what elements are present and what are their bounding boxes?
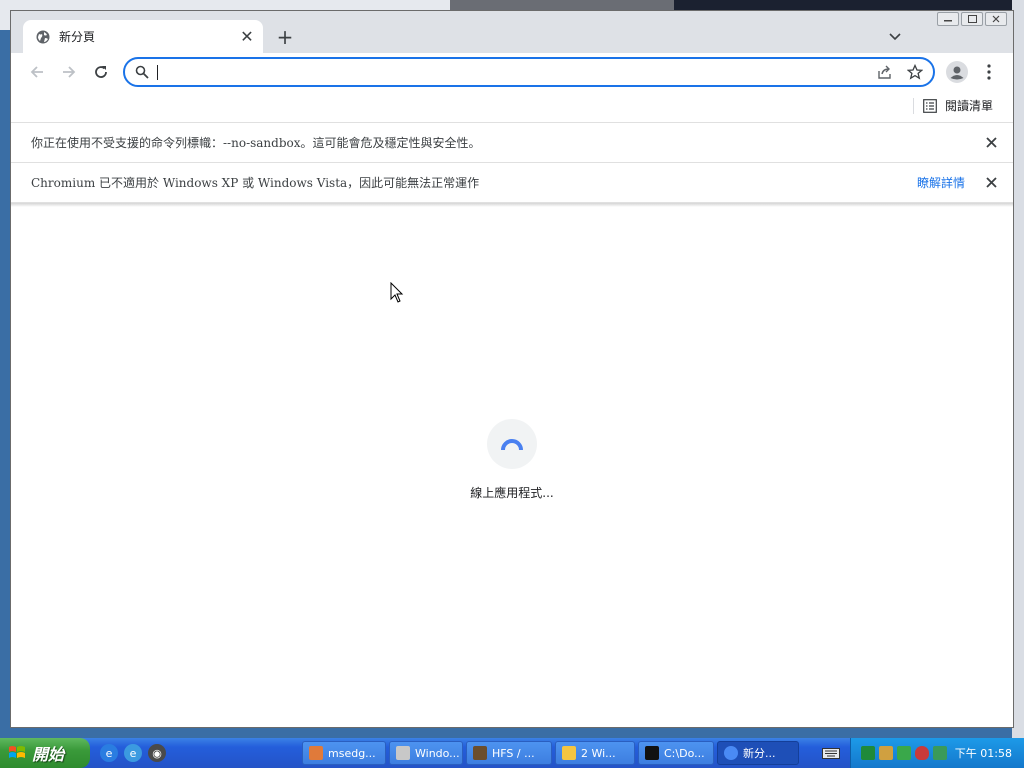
task-label: HFS / ...	[492, 746, 535, 760]
task-app-icon	[396, 746, 410, 760]
edge-icon[interactable]: e	[124, 744, 142, 762]
task-label: C:\Do...	[664, 746, 705, 760]
taskbar-item[interactable]: C:\Do...	[638, 741, 714, 765]
taskbar-item[interactable]: msedg...	[302, 741, 386, 765]
system-tray: 下午 01:58	[850, 738, 1024, 768]
browser-window: 新分頁 ✕ + 閱讀清單 你正在使用不受支援的命令列標幟：--no-sandbo…	[10, 10, 1014, 728]
bookmarks-bar: 閱讀清單	[11, 91, 1013, 123]
taskbar-item[interactable]: HFS / ...	[466, 741, 552, 765]
bookmark-star-icon[interactable]	[906, 63, 924, 83]
reading-list-button[interactable]: 閱讀清單	[923, 97, 993, 114]
taskbar-buttons: msedg... Windo... HFS / ... 2 Wi... C:\D…	[302, 741, 799, 765]
keyboard-layout-icon[interactable]	[822, 746, 840, 760]
share-icon[interactable]	[877, 64, 893, 83]
reading-list-label: 閱讀清單	[945, 99, 994, 113]
reload-button[interactable]	[87, 58, 115, 86]
security-shield-icon[interactable]	[915, 746, 929, 760]
infobar-no-sandbox: 你正在使用不受支援的命令列標幟：--no-sandbox。這可能會危及穩定性與安…	[11, 123, 1013, 163]
close-tab-icon[interactable]: ✕	[237, 27, 257, 47]
infobar-message: 你正在使用不受支援的命令列標幟：--no-sandbox。這可能會危及穩定性與安…	[31, 136, 481, 150]
reading-list-icon	[923, 98, 937, 113]
new-tab-button[interactable]: +	[273, 25, 297, 49]
close-window-button[interactable]	[985, 12, 1007, 26]
taskbar-item-active[interactable]: 新分...	[717, 741, 799, 765]
infobar-shadow	[11, 203, 1013, 207]
taskbar-item[interactable]: Windo...	[389, 741, 463, 765]
menu-kebab-icon[interactable]	[977, 58, 1001, 86]
tray-app-icon[interactable]	[879, 746, 893, 760]
task-app-icon	[309, 746, 323, 760]
task-label: Windo...	[415, 746, 460, 760]
start-label: 開始	[32, 745, 65, 764]
mouse-cursor-icon	[390, 281, 404, 307]
tray-app-icon[interactable]	[933, 746, 947, 760]
loading-text: 線上應用程式...	[470, 486, 554, 500]
minimize-button[interactable]	[937, 12, 959, 26]
learn-more-link[interactable]: 瞭解詳情	[917, 174, 965, 191]
browser-toolbar	[11, 53, 1013, 91]
close-infobar-icon[interactable]	[981, 133, 1001, 153]
network-icon[interactable]	[861, 746, 875, 760]
taskbar-item[interactable]: 2 Wi...	[555, 741, 635, 765]
address-bar[interactable]	[123, 57, 935, 87]
windows-logo-icon	[9, 746, 25, 758]
task-label: 新分...	[743, 747, 776, 760]
tray-app-icon[interactable]	[897, 746, 911, 760]
tab-new-tab[interactable]: 新分頁 ✕	[23, 20, 263, 53]
profile-avatar-icon[interactable]	[943, 58, 971, 86]
internet-explorer-icon[interactable]: e	[100, 744, 118, 762]
clock: 下午 01:58	[954, 747, 1012, 760]
task-app-icon	[724, 746, 738, 760]
task-label: msedg...	[328, 746, 376, 760]
tab-strip: 新分頁 ✕ +	[11, 11, 1013, 53]
address-input[interactable]	[155, 62, 859, 84]
task-label: 2 Wi...	[581, 746, 616, 760]
tab-title: 新分頁	[59, 30, 96, 44]
infobar-message: Chromium 已不適用於 Windows XP 或 Windows Vist…	[31, 176, 480, 190]
task-app-icon	[645, 746, 659, 760]
tab-search-chevron-icon[interactable]	[883, 25, 907, 49]
taskbar: 開始 e e ◉ msedg... Windo... HFS / ... 2 W…	[0, 738, 1024, 768]
globe-icon	[35, 29, 51, 45]
start-button[interactable]: 開始	[0, 738, 90, 768]
maximize-button[interactable]	[961, 12, 983, 26]
close-infobar-icon[interactable]	[981, 173, 1001, 193]
window-controls	[937, 12, 1007, 26]
task-app-icon	[473, 746, 487, 760]
infobar-unsupported-os: Chromium 已不適用於 Windows XP 或 Windows Vist…	[11, 163, 1013, 203]
app-shortcut-icon[interactable]: ◉	[148, 744, 166, 762]
text-caret	[157, 65, 158, 80]
loading-spinner-icon	[487, 419, 537, 469]
forward-button[interactable]	[55, 58, 83, 86]
bookmarks-separator	[913, 98, 914, 114]
quick-launch: e e ◉	[100, 744, 166, 762]
back-button[interactable]	[23, 58, 51, 86]
search-icon	[135, 65, 149, 82]
task-app-icon	[562, 746, 576, 760]
